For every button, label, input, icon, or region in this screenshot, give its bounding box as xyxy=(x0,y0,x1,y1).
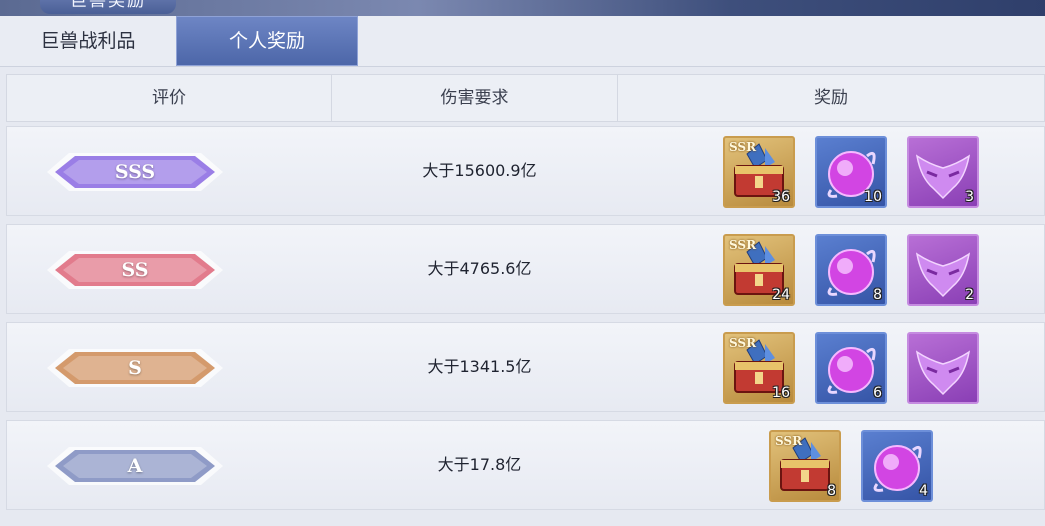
reward-item[interactable]: SSR 36 xyxy=(723,136,795,208)
tab-bar: 巨兽战利品 个人奖励 xyxy=(0,16,1045,67)
reward-item[interactable]: SSR 8 xyxy=(769,430,841,502)
reward-item[interactable]: 6 xyxy=(815,332,887,404)
reward-count: 8 xyxy=(873,287,882,303)
reward-count: 6 xyxy=(873,385,882,401)
grade-badge: SSS xyxy=(47,153,223,191)
grade-label: A xyxy=(127,455,143,477)
reward-count: 3 xyxy=(965,189,974,205)
damage-requirement: 大于1341.5亿 xyxy=(427,357,532,376)
reward-count: 24 xyxy=(772,287,790,303)
header-damage-requirement: 伤害要求 xyxy=(332,75,618,121)
ssr-tag: SSR xyxy=(729,336,757,350)
reward-item[interactable]: 8 xyxy=(815,234,887,306)
tab-beast-loot[interactable]: 巨兽战利品 xyxy=(0,16,176,66)
reward-count: 10 xyxy=(864,189,882,205)
table-row: SS 大于4765.6亿 SSR 24 8 2 xyxy=(6,224,1045,314)
tab-personal-reward[interactable]: 个人奖励 xyxy=(176,16,358,66)
reward-item[interactable]: 4 xyxy=(861,430,933,502)
reward-item[interactable]: 3 xyxy=(907,136,979,208)
window-title: 巨兽奖励 xyxy=(40,0,176,14)
header-reward: 奖励 xyxy=(814,88,848,108)
grade-badge: A xyxy=(47,447,223,485)
table-row: A 大于17.8亿 SSR 8 4 xyxy=(6,420,1045,510)
grade-label: SS xyxy=(121,259,149,281)
reward-table: 评价 伤害要求 奖励 xyxy=(6,74,1045,122)
table-row: SSS 大于15600.9亿 SSR 36 10 3 xyxy=(6,126,1045,216)
reward-item[interactable] xyxy=(907,332,979,404)
reward-count: 16 xyxy=(772,385,790,401)
damage-requirement: 大于15600.9亿 xyxy=(422,161,537,180)
ssr-tag: SSR xyxy=(729,238,757,252)
grade-badge: SS xyxy=(47,251,223,289)
table-header: 评价 伤害要求 奖励 xyxy=(6,74,1045,122)
reward-count: 2 xyxy=(965,287,974,303)
damage-requirement: 大于17.8亿 xyxy=(437,455,522,474)
table-row: S 大于1341.5亿 SSR 16 6 xyxy=(6,322,1045,412)
reward-count: 4 xyxy=(919,483,928,499)
grade-badge: S xyxy=(47,349,223,387)
reward-item[interactable]: 10 xyxy=(815,136,887,208)
reward-item[interactable]: 2 xyxy=(907,234,979,306)
grade-label: S xyxy=(128,357,142,379)
grade-label: SSS xyxy=(114,161,156,183)
ssr-tag: SSR xyxy=(729,140,757,154)
reward-count: 8 xyxy=(827,483,836,499)
top-banner: 巨兽奖励 xyxy=(0,0,1045,16)
header-grade: 评价 xyxy=(7,75,332,121)
ssr-tag: SSR xyxy=(775,434,803,448)
reward-item[interactable]: SSR 16 xyxy=(723,332,795,404)
reward-count: 36 xyxy=(772,189,790,205)
damage-requirement: 大于4765.6亿 xyxy=(427,259,532,278)
reward-item[interactable]: SSR 24 xyxy=(723,234,795,306)
